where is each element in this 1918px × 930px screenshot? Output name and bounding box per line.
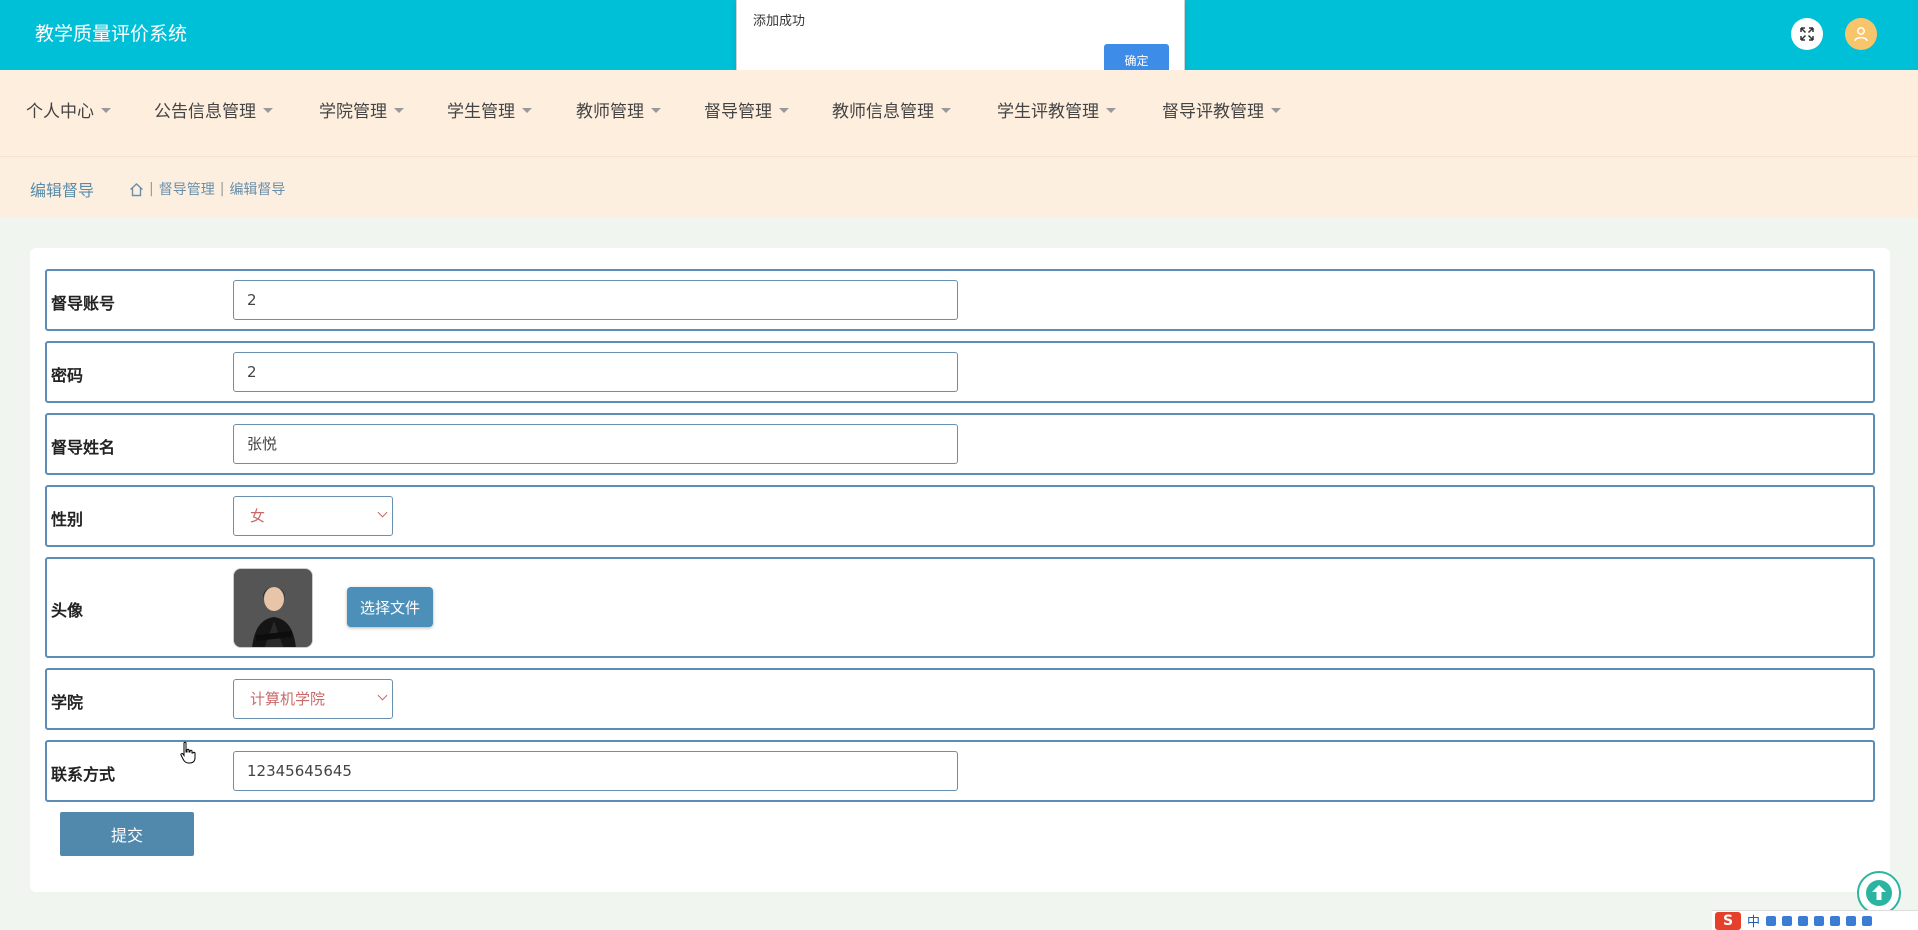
nav-item-colleges[interactable]: 学院管理	[319, 100, 404, 124]
nav-item-label: 个人中心	[26, 102, 94, 122]
home-icon[interactable]	[129, 182, 144, 197]
field-label: 性别	[51, 510, 84, 529]
fullscreen-button[interactable]	[1791, 18, 1823, 50]
arrow-up-icon	[1866, 880, 1892, 906]
user-icon	[1854, 27, 1868, 42]
phone-input[interactable]: 12345645645	[233, 751, 958, 791]
caret-down-icon	[941, 108, 951, 113]
ime-toolbar: S 中	[1712, 910, 1918, 930]
caret-down-icon	[394, 108, 404, 113]
submit-button[interactable]: 提交	[60, 812, 194, 856]
caret-down-icon	[651, 108, 661, 113]
avatar-image	[234, 569, 312, 647]
nav-item-label: 学生评教管理	[997, 102, 1099, 122]
choose-file-button[interactable]: 选择文件	[347, 587, 433, 627]
caret-down-icon	[522, 108, 532, 113]
gender-select[interactable]: 女	[233, 496, 393, 536]
ime-mode[interactable]: 中	[1747, 911, 1760, 930]
caret-down-icon	[1106, 108, 1116, 113]
microphone-icon[interactable]	[1798, 915, 1809, 926]
chevron-down-icon	[377, 507, 388, 518]
form-row-account: 督导账号 2	[45, 269, 1875, 331]
nav-item-label: 公告信息管理	[154, 102, 256, 122]
field-label: 联系方式	[51, 765, 116, 784]
field-label: 密码	[51, 366, 84, 385]
caret-down-icon	[1271, 108, 1281, 113]
nav-item-label: 教师管理	[576, 102, 644, 122]
field-label: 头像	[51, 601, 84, 620]
caret-down-icon	[263, 108, 273, 113]
ime-logo[interactable]: S	[1715, 911, 1741, 930]
field-label: 督导姓名	[51, 438, 116, 457]
name-input[interactable]: 张悦	[233, 424, 958, 464]
nav-item-label: 学生管理	[447, 102, 515, 122]
keyboard-icon[interactable]	[1814, 915, 1825, 926]
punctuation-icon[interactable]	[1766, 915, 1777, 926]
alert-message: 添加成功	[753, 14, 806, 29]
nav-item-teachers[interactable]: 教师管理	[576, 100, 661, 124]
nav-item-teacher-info[interactable]: 教师信息管理	[832, 100, 951, 124]
hand-cursor-icon	[180, 741, 196, 764]
scroll-top-button[interactable]	[1857, 871, 1901, 915]
form-row-college: 学院 计算机学院	[45, 668, 1875, 730]
nav-item-label: 学院管理	[319, 102, 387, 122]
nav-item-students[interactable]: 学生管理	[447, 100, 532, 124]
form-row-password: 密码 2	[45, 341, 1875, 403]
college-select-value: 计算机学院	[250, 690, 326, 708]
page-title: 编辑督导	[30, 181, 95, 200]
breadcrumb-bar: 编辑督导 | 督导管理 | 编辑督导	[0, 156, 1918, 218]
gender-select-value: 女	[250, 507, 266, 525]
field-label: 督导账号	[51, 294, 116, 313]
emoji-icon[interactable]	[1782, 915, 1793, 926]
caret-down-icon	[779, 108, 789, 113]
settings-icon[interactable]	[1830, 915, 1841, 926]
user-menu-button[interactable]	[1845, 18, 1877, 50]
college-select[interactable]: 计算机学院	[233, 679, 393, 719]
app-title: 教学质量评价系统	[35, 23, 188, 45]
nav-item-announcements[interactable]: 公告信息管理	[154, 100, 273, 124]
chevron-down-icon	[377, 690, 388, 701]
expand-icon	[1800, 27, 1814, 41]
breadcrumb: | 督导管理 | 编辑督导	[129, 179, 285, 199]
nav-item-student-evaluation[interactable]: 学生评教管理	[997, 100, 1116, 124]
form-row-phone: 联系方式 12345645645	[45, 740, 1875, 802]
nav-item-personal-center[interactable]: 个人中心	[26, 100, 111, 124]
nav-item-label: 督导管理	[704, 102, 772, 122]
nav-item-supervisor-evaluation[interactable]: 督导评教管理	[1162, 100, 1281, 124]
breadcrumb-link-supervisors[interactable]: 督导管理	[159, 179, 215, 199]
skin-icon[interactable]	[1846, 915, 1857, 926]
password-input[interactable]: 2	[233, 352, 958, 392]
form-row-gender: 性别 女	[45, 485, 1875, 547]
main-nav: 个人中心 公告信息管理 学院管理 学生管理 教师管理 督导管理 教师信息管理 学…	[0, 70, 1918, 156]
breadcrumb-current: 编辑督导	[229, 182, 286, 198]
form-row-name: 督导姓名 张悦	[45, 413, 1875, 475]
nav-item-label: 教师信息管理	[832, 102, 934, 122]
nav-item-supervisors[interactable]: 督导管理	[704, 100, 789, 124]
account-input[interactable]: 2	[233, 280, 958, 320]
nav-item-label: 督导评教管理	[1162, 102, 1264, 122]
form-row-avatar: 头像 选择文件	[45, 557, 1875, 658]
toolbox-icon[interactable]	[1862, 915, 1873, 926]
avatar-preview	[233, 568, 313, 648]
field-label: 学院	[51, 693, 84, 712]
caret-down-icon	[101, 108, 111, 113]
